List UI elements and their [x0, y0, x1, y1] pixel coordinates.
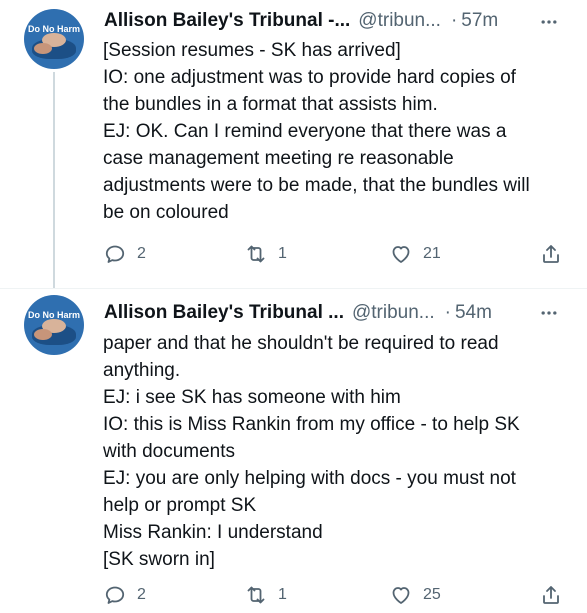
display-name[interactable]: Allison Bailey's Tribunal ... — [104, 302, 344, 324]
tweet-line: anything. — [103, 360, 181, 381]
retweet-button[interactable]: 1 — [244, 583, 287, 607]
more-options-button[interactable] — [537, 303, 561, 323]
more-icon — [541, 311, 557, 315]
like-button[interactable]: 21 — [389, 242, 441, 266]
tweet-line: case management meeting re reasonable — [103, 148, 454, 169]
avatar-hand-shape — [34, 329, 52, 340]
tweet-line: IO: this is Miss Rankin from my office -… — [103, 414, 520, 435]
user-handle[interactable]: @tribun... — [352, 302, 435, 324]
timestamp[interactable]: 57m — [461, 10, 498, 32]
tweet-line: help or prompt SK — [103, 495, 257, 516]
reply-icon — [105, 586, 125, 604]
tweet[interactable]: Do No Harm Allison Bailey's Tribunal -..… — [0, 0, 587, 288]
tweet-line: IO: one adjustment was to provide hard c… — [103, 67, 516, 88]
reply-button[interactable]: 2 — [103, 583, 146, 607]
tweet-line: [Session resumes - SK has arrived] — [103, 40, 401, 61]
avatar-text: Do No Harm — [27, 310, 80, 320]
like-button[interactable]: 25 — [389, 583, 441, 607]
reply-button[interactable]: 2 — [103, 242, 146, 266]
reply-count: 2 — [137, 245, 146, 262]
tweet-line: paper and that he shouldn't be required … — [103, 333, 499, 354]
like-count: 25 — [423, 586, 441, 603]
tweet-text: paper and that he shouldn't be required … — [103, 330, 573, 573]
tweet-line: the bundles in a format that assists him… — [103, 94, 438, 115]
reply-icon — [105, 245, 125, 263]
tweet-divider — [0, 288, 587, 289]
tweet-actions: 2 1 25 — [0, 583, 587, 613]
heart-icon — [392, 246, 410, 263]
share-icon — [543, 586, 559, 604]
more-options-button[interactable] — [537, 12, 561, 32]
avatar-hands-shape — [32, 325, 76, 345]
tweet-text: [Session resumes - SK has arrived] IO: o… — [103, 37, 573, 226]
tweet-line: be on coloured — [103, 202, 229, 223]
retweet-count: 1 — [278, 586, 287, 603]
retweet-count: 1 — [278, 245, 287, 262]
more-icon — [541, 20, 557, 24]
avatar-text: Do No Harm — [27, 24, 80, 34]
tweet-line: EJ: you are only helping with docs - you… — [103, 468, 516, 489]
heart-icon — [392, 587, 410, 604]
retweet-button[interactable]: 1 — [244, 242, 287, 266]
tweet-line: EJ: OK. Can I remind everyone that there… — [103, 121, 507, 142]
separator-dot: · — [450, 10, 458, 31]
like-count: 21 — [423, 245, 441, 262]
share-button[interactable] — [539, 583, 563, 607]
timestamp[interactable]: 54m — [455, 302, 492, 324]
tweet-actions: 2 1 21 — [0, 242, 587, 272]
share-icon — [543, 245, 559, 263]
tweet-header: Allison Bailey's Tribunal -... @tribun..… — [104, 8, 498, 34]
avatar[interactable]: Do No Harm — [24, 295, 84, 355]
avatar[interactable]: Do No Harm — [24, 9, 84, 69]
tweet-line: Miss Rankin: I understand — [103, 522, 323, 543]
separator-dot: · — [444, 302, 451, 323]
tweet-line: EJ: i see SK has someone with him — [103, 387, 401, 408]
tweet-line: [SK sworn in] — [103, 549, 215, 570]
share-button[interactable] — [539, 242, 563, 266]
tweet-line: with documents — [103, 441, 236, 462]
avatar-hand-shape — [34, 43, 52, 54]
avatar-hand-shape — [42, 319, 66, 333]
tweet-line: adjustments were to be made, that the bu… — [103, 175, 530, 196]
display-name[interactable]: Allison Bailey's Tribunal -... — [104, 10, 350, 32]
reply-count: 2 — [137, 586, 146, 603]
retweet-icon — [247, 586, 265, 604]
user-handle[interactable]: @tribun... — [358, 10, 441, 32]
tweet-header: Allison Bailey's Tribunal ... @tribun...… — [104, 300, 492, 326]
retweet-icon — [247, 245, 265, 263]
